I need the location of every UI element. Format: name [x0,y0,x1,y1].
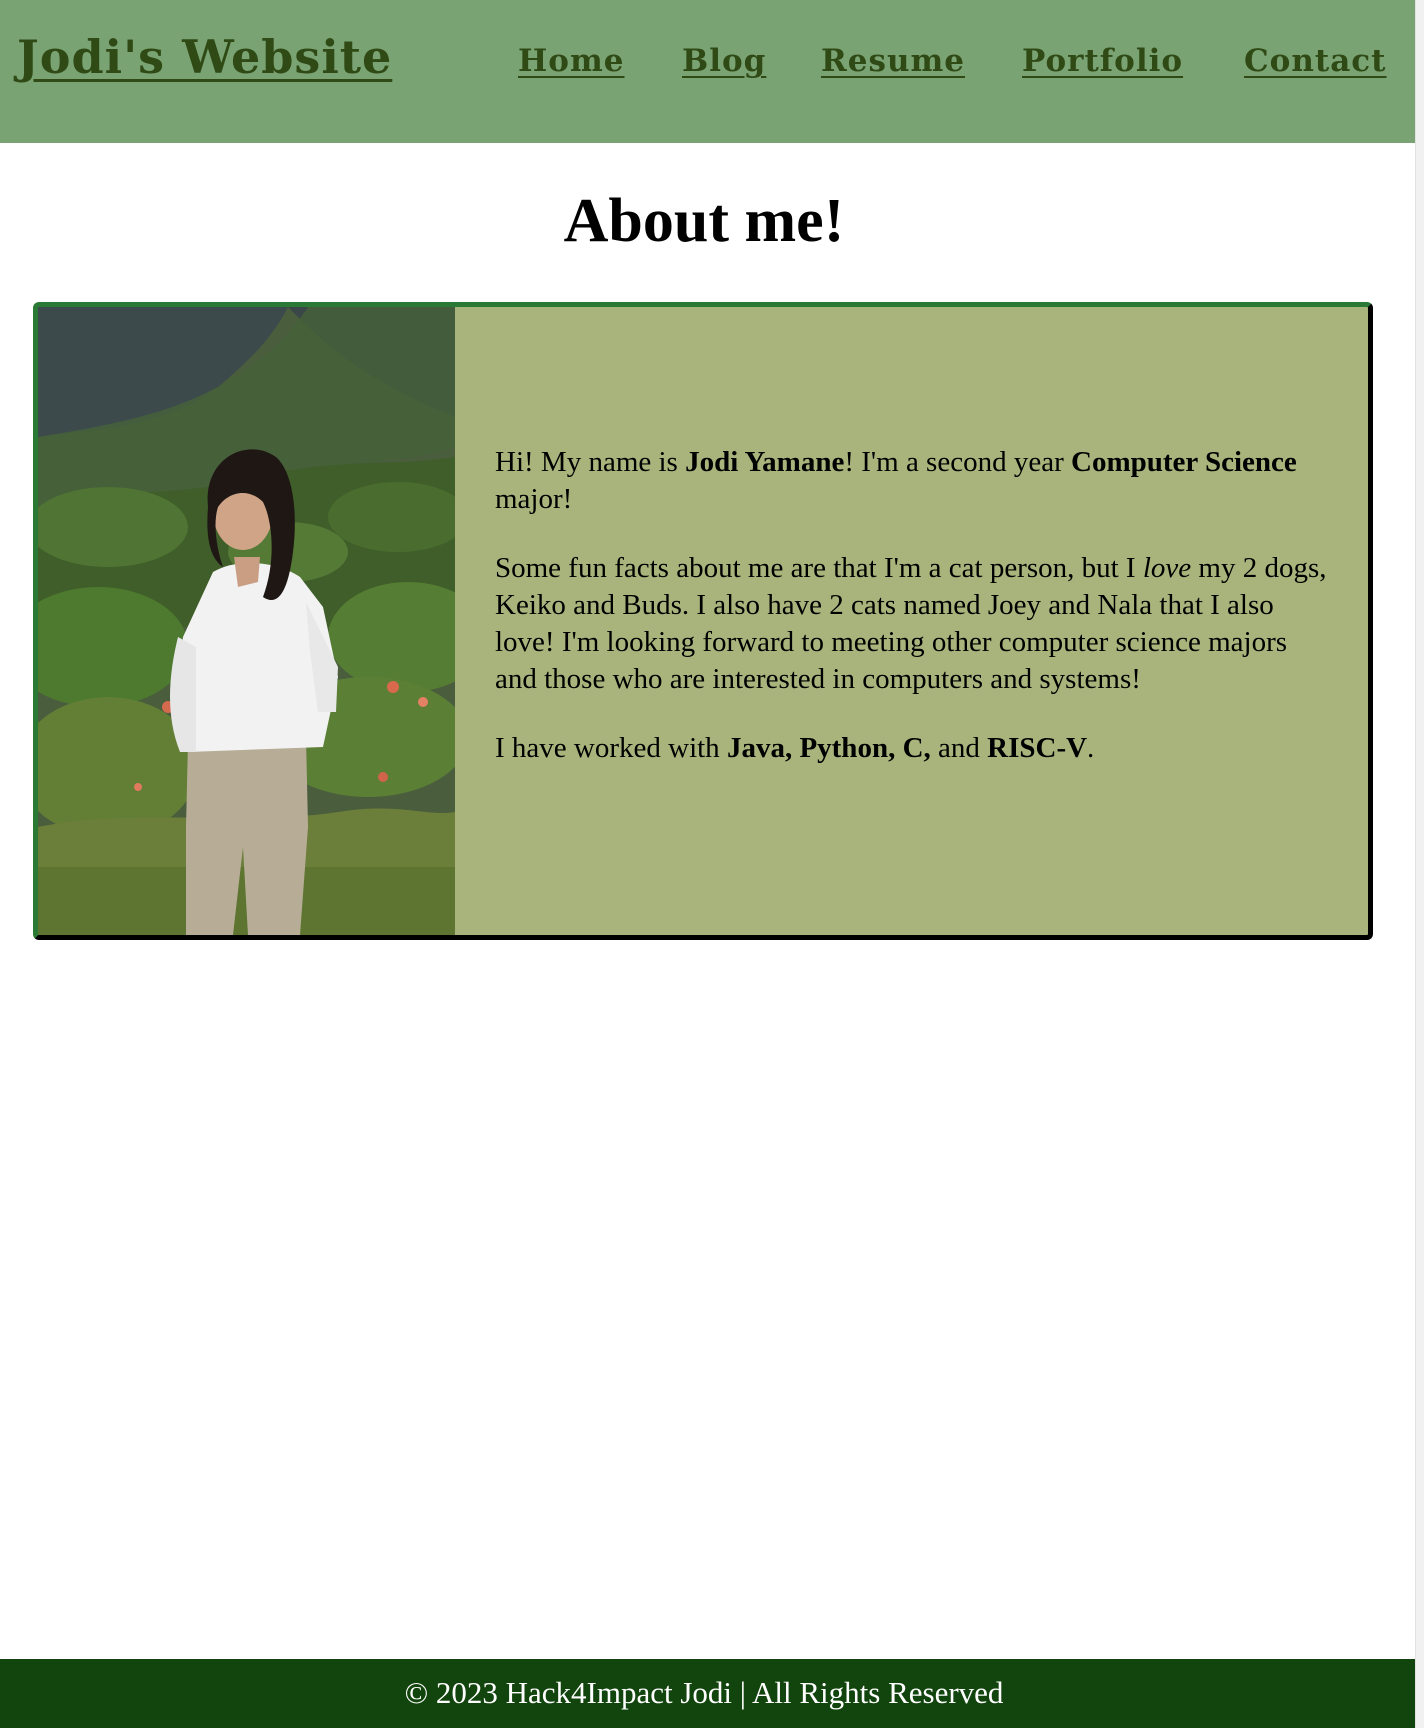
profile-photo [38,307,455,935]
nav-link-contact[interactable]: Contact [1244,43,1387,79]
nav-link-resume[interactable]: Resume [821,43,965,79]
about-skills-text-3: . [1087,732,1095,764]
about-intro-paragraph: Hi! My name is Jodi Yamane! I'm a second… [495,444,1335,518]
page: Jodi's Website Home Blog Resume Portfoli… [0,0,1415,1728]
about-intro-text-3: major! [495,483,573,515]
about-skills-languages: Java, Python, C, [726,732,931,764]
about-skills-text: I have worked with [495,732,727,764]
page-title: About me! [563,187,845,255]
nav-link-blog[interactable]: Blog [682,43,766,79]
about-skills-riscv: RISC-V [987,732,1088,764]
about-facts-emphasis: love [1142,552,1192,584]
nav-link-portfolio[interactable]: Portfolio [1022,43,1183,79]
about-name: Jodi Yamane [685,446,845,478]
about-facts-text: Some fun facts about me are that I'm a c… [495,552,1143,584]
main-nav: Home Blog Resume Portfolio Contact [0,43,1415,83]
about-skills-text-2: and [930,732,988,764]
about-intro-text: Hi! My name is [495,446,686,478]
about-text: Hi! My name is Jodi Yamane! I'm a second… [495,444,1335,799]
about-intro-text-2: ! I'm a second year [844,446,1071,478]
about-card: Hi! My name is Jodi Yamane! I'm a second… [33,302,1373,940]
about-skills-paragraph: I have worked with Java, Python, C, and … [495,730,1335,767]
about-major: Computer Science [1071,446,1297,478]
site-header: Jodi's Website Home Blog Resume Portfoli… [0,0,1415,143]
about-facts-paragraph: Some fun facts about me are that I'm a c… [495,550,1335,698]
site-footer: © 2023 Hack4Impact Jodi | All Rights Res… [0,1659,1415,1728]
vertical-scrollbar[interactable] [1415,0,1424,1728]
footer-copyright: © 2023 Hack4Impact Jodi | All Rights Res… [404,1675,1004,1710]
nav-link-home[interactable]: Home [518,43,625,79]
